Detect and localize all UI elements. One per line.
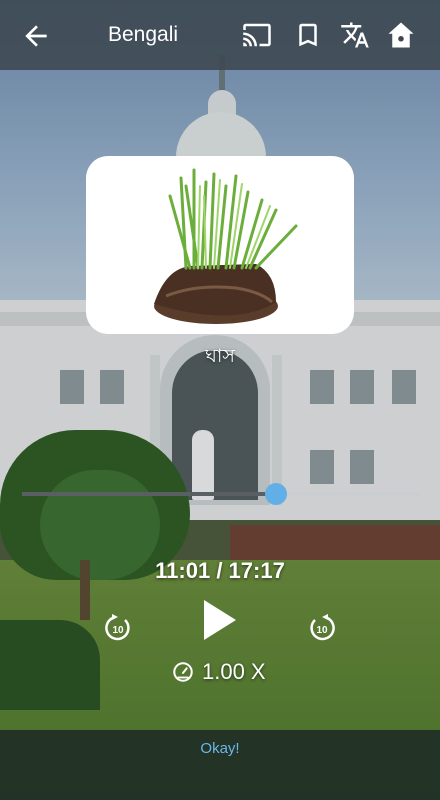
speed-value: 1.00 X [202, 659, 266, 684]
play-icon[interactable] [200, 598, 240, 642]
okay-button[interactable]: Okay! [0, 740, 440, 757]
bookmark-icon[interactable] [293, 20, 323, 50]
forward-10-icon[interactable]: 10 [306, 612, 338, 644]
cast-icon[interactable] [242, 20, 272, 50]
page-title: Bengali [108, 23, 179, 46]
top-app-bar: Bengali [0, 0, 440, 70]
progress-slider-fill [22, 492, 276, 496]
word-label: ঘাস [205, 346, 235, 367]
home-icon[interactable] [386, 20, 416, 50]
progress-slider-thumb[interactable] [264, 483, 287, 505]
arrow-left-icon[interactable] [20, 20, 52, 52]
rewind-10-icon[interactable]: 10 [102, 612, 134, 644]
forward-label: 10 [316, 625, 328, 636]
grass-clump-image [154, 168, 298, 324]
rewind-label: 10 [112, 625, 124, 636]
translate-icon[interactable] [340, 20, 370, 50]
speedometer-icon [173, 662, 193, 682]
playback-speed-control[interactable]: 1.00 X [172, 656, 266, 688]
word-image-card[interactable] [86, 156, 354, 334]
playback-time: 11:01 / 17:17 [155, 558, 285, 583]
progress-slider-track[interactable] [22, 492, 420, 496]
